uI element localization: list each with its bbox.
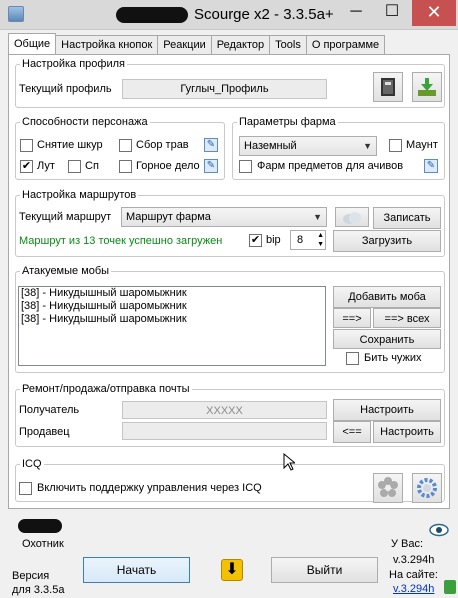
mining-checkbox[interactable] bbox=[119, 160, 132, 173]
mouse-cursor-icon bbox=[283, 453, 295, 471]
cloud-button[interactable] bbox=[335, 207, 369, 227]
loot-checkbox[interactable]: ✔ bbox=[20, 160, 33, 173]
sp-checkbox[interactable] bbox=[68, 160, 81, 173]
gear-icon bbox=[417, 478, 437, 498]
app-icon bbox=[8, 6, 24, 22]
exit-button[interactable]: Выйти bbox=[271, 557, 378, 583]
start-button[interactable]: Начать bbox=[83, 557, 190, 583]
receiver-field[interactable]: XXXXX bbox=[122, 401, 327, 419]
mount-checkbox[interactable] bbox=[389, 139, 402, 152]
sp-label: Сп bbox=[85, 160, 99, 172]
on-site-label: На сайте: bbox=[389, 569, 438, 581]
list-item[interactable]: [38] - Никудышный шаромыжник bbox=[19, 287, 325, 300]
farm-legend: Параметры фарма bbox=[239, 116, 336, 128]
bip-spinner-value: 8 bbox=[297, 234, 304, 246]
hit-others-label: Бить чужих bbox=[364, 352, 422, 364]
icq-enable-checkbox[interactable] bbox=[19, 482, 32, 495]
icq-enable-label: Включить поддержку управления через ICQ bbox=[37, 482, 262, 494]
tab-strip: Общие Настройка кнопок Реакции Редактор … bbox=[8, 33, 386, 55]
resize-grip-icon[interactable] bbox=[444, 580, 456, 594]
download-profile-button[interactable] bbox=[412, 72, 442, 102]
tab-reactions[interactable]: Реакции bbox=[157, 35, 212, 54]
bip-label: bip bbox=[266, 234, 281, 246]
mining-edit-icon[interactable]: ✎ bbox=[204, 159, 218, 173]
achiev-farm-label: Фарм предметов для ачивов bbox=[257, 160, 404, 172]
routes-legend: Настройка маршрутов bbox=[22, 189, 137, 201]
download-update-button[interactable]: ⬇ bbox=[221, 559, 243, 581]
record-route-button[interactable]: Записать bbox=[373, 207, 441, 229]
achiev-edit-icon[interactable]: ✎ bbox=[424, 159, 438, 173]
arrow-down-icon: ⬇ bbox=[225, 561, 239, 578]
route-value: Маршрут фарма bbox=[126, 211, 211, 223]
mobs-legend: Атакуемые мобы bbox=[22, 265, 110, 277]
configure-seller-button[interactable]: Настроить bbox=[373, 421, 441, 443]
move-back-button[interactable]: <== bbox=[333, 421, 371, 443]
load-route-button[interactable]: Загрузить bbox=[333, 230, 441, 252]
farm-mode-select[interactable]: Наземный ▼ bbox=[239, 136, 377, 156]
icq-flower-icon bbox=[378, 477, 398, 497]
route-select[interactable]: Маршрут фарма ▼ bbox=[121, 207, 327, 227]
profile-book-button[interactable] bbox=[373, 72, 403, 102]
you-have-version: v.3.294h bbox=[393, 554, 435, 566]
current-profile-field[interactable]: Гуглыч_Профиль bbox=[122, 79, 327, 99]
chevron-down-icon: ▼ bbox=[313, 212, 322, 222]
tab-about[interactable]: О программе bbox=[305, 35, 386, 54]
hit-others-checkbox[interactable] bbox=[346, 352, 359, 365]
tab-general[interactable]: Общие bbox=[8, 33, 57, 54]
version-value: для 3.3.5a bbox=[12, 584, 65, 596]
list-item[interactable]: [38] - Никудышный шаромыжник bbox=[19, 313, 325, 326]
loot-label: Лут bbox=[37, 160, 55, 172]
receiver-label: Получатель bbox=[19, 404, 80, 416]
seller-field[interactable] bbox=[122, 422, 327, 440]
achiev-farm-checkbox[interactable] bbox=[239, 160, 252, 173]
move-mob-button[interactable]: ==> bbox=[333, 308, 371, 328]
mount-label: Маунт bbox=[406, 139, 438, 151]
farm-mode-value: Наземный bbox=[244, 140, 297, 152]
herbalism-checkbox[interactable] bbox=[119, 139, 132, 152]
eye-icon[interactable] bbox=[429, 523, 449, 537]
character-class: Охотник bbox=[22, 538, 64, 550]
herbalism-edit-icon[interactable]: ✎ bbox=[204, 138, 218, 152]
move-all-mobs-button[interactable]: ==> всех bbox=[373, 308, 441, 328]
herbalism-label: Сбор трав bbox=[136, 139, 189, 151]
list-item[interactable]: [38] - Никудышный шаромыжник bbox=[19, 300, 325, 313]
redacted-character-name bbox=[18, 519, 62, 533]
close-button[interactable]: ✕ bbox=[412, 0, 456, 26]
spinner-arrows-icon[interactable]: ▲ ▼ bbox=[317, 231, 324, 249]
icq-settings-button[interactable] bbox=[412, 473, 442, 503]
mail-legend: Ремонт/продажа/отправка почты bbox=[22, 383, 190, 395]
download-icon bbox=[418, 78, 436, 96]
maximize-button[interactable]: ☐ bbox=[374, 0, 410, 26]
you-have-label: У Вас: bbox=[391, 538, 424, 550]
abilities-legend: Способности персонажа bbox=[22, 116, 148, 128]
route-status-text: Маршрут из 13 точек успешно загружен bbox=[19, 235, 223, 247]
icq-legend: ICQ bbox=[22, 458, 42, 470]
mining-label: Горное дело bbox=[136, 160, 200, 172]
skinning-label: Снятие шкур bbox=[37, 139, 103, 151]
current-route-label: Текущий маршрут bbox=[19, 211, 112, 223]
minimize-button[interactable]: ─ bbox=[338, 0, 374, 26]
tab-button-settings[interactable]: Настройка кнопок bbox=[55, 35, 159, 54]
add-mob-button[interactable]: Добавить моба bbox=[333, 286, 441, 308]
tab-tools[interactable]: Tools bbox=[269, 35, 307, 54]
icq-flower-button[interactable] bbox=[373, 473, 403, 503]
bip-checkbox[interactable]: ✔ bbox=[249, 234, 262, 247]
book-icon bbox=[381, 78, 395, 96]
skinning-checkbox[interactable] bbox=[20, 139, 33, 152]
on-site-version-link[interactable]: v.3.294h bbox=[393, 583, 434, 595]
version-label: Версия bbox=[12, 570, 50, 582]
mobs-list[interactable]: [38] - Никудышный шаромыжник [38] - Нику… bbox=[18, 286, 326, 366]
bip-spinner[interactable]: 8 ▲ ▼ bbox=[290, 230, 326, 250]
save-mobs-button[interactable]: Сохранить bbox=[333, 329, 441, 349]
seller-label: Продавец bbox=[19, 426, 70, 438]
profile-legend: Настройка профиля bbox=[22, 58, 125, 70]
current-profile-label: Текущий профиль bbox=[19, 83, 112, 95]
tab-editor[interactable]: Редактор bbox=[210, 35, 271, 54]
cloud-icon bbox=[343, 212, 361, 224]
configure-receiver-button[interactable]: Настроить bbox=[333, 399, 441, 421]
window-title: Scourge x2 - 3.3.5a+ bbox=[194, 6, 334, 23]
redacted-title-mark bbox=[116, 7, 188, 23]
chevron-down-icon: ▼ bbox=[363, 141, 372, 151]
